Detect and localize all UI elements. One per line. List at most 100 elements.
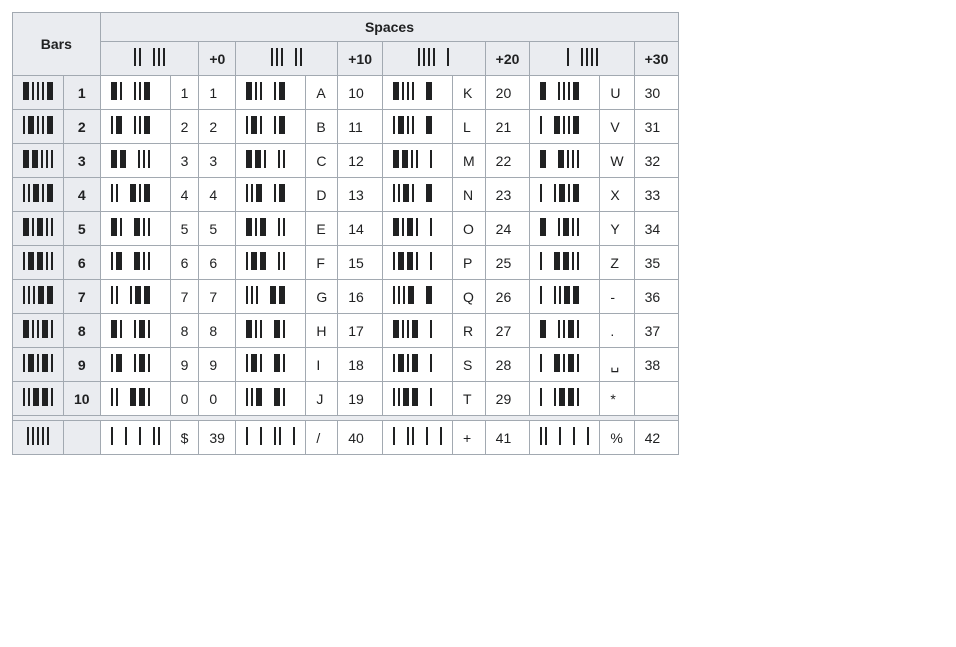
table-row: 888H17R27.37 <box>13 314 679 348</box>
row-number: 3 <box>64 144 101 178</box>
cell-char: . <box>600 314 634 348</box>
cell-pattern <box>530 314 600 348</box>
cell-value: 16 <box>338 280 383 314</box>
barcode-glyph <box>111 252 150 270</box>
barcode-glyph <box>271 48 302 66</box>
header-group-offset-3: +30 <box>634 42 679 76</box>
cell-char: T <box>452 382 485 416</box>
row-bars-pattern <box>13 110 64 144</box>
barcode-glyph <box>246 388 285 406</box>
barcode-glyph <box>111 116 150 134</box>
cell-char: / <box>306 421 338 455</box>
cell-value: 8 <box>199 314 236 348</box>
barcode-glyph <box>23 116 53 134</box>
cell-char: W <box>600 144 634 178</box>
barcode-glyph <box>540 427 589 445</box>
cell-char: + <box>452 421 485 455</box>
cell-value: 26 <box>485 280 530 314</box>
table-row: 999I18S28␣38 <box>13 348 679 382</box>
cell-pattern <box>530 144 600 178</box>
cell-char: J <box>306 382 338 416</box>
barcode-glyph <box>540 82 579 100</box>
barcode-glyph <box>23 320 53 338</box>
barcode-glyph <box>393 286 432 304</box>
barcode-glyph <box>23 218 53 236</box>
barcode-glyph <box>393 252 432 270</box>
barcode-glyph <box>23 150 53 168</box>
barcode-glyph <box>540 252 579 270</box>
cell-char: * <box>600 382 634 416</box>
cell-value: 38 <box>634 348 679 382</box>
cell-char: P <box>452 246 485 280</box>
row-number <box>64 421 101 455</box>
cell-pattern <box>530 76 600 110</box>
cell-pattern <box>236 178 306 212</box>
barcode-glyph <box>23 252 53 270</box>
table-row: 666F15P25Z35 <box>13 246 679 280</box>
table-header: BarsSpaces+0+10+20+30 <box>13 13 679 76</box>
cell-char: ␣ <box>600 348 634 382</box>
cell-value: 28 <box>485 348 530 382</box>
barcode-glyph <box>393 320 432 338</box>
row-bars-pattern <box>13 382 64 416</box>
cell-value: 32 <box>634 144 679 178</box>
cell-pattern <box>530 382 600 416</box>
cell-pattern <box>236 246 306 280</box>
barcode-glyph <box>567 48 598 66</box>
barcode-glyph <box>393 218 432 236</box>
cell-pattern <box>100 76 170 110</box>
cell-value: 41 <box>485 421 530 455</box>
cell-char: - <box>600 280 634 314</box>
cell-value: 24 <box>485 212 530 246</box>
barcode-glyph <box>111 82 150 100</box>
cell-char: S <box>452 348 485 382</box>
barcode-glyph <box>23 388 53 406</box>
row-number: 2 <box>64 110 101 144</box>
cell-value: 21 <box>485 110 530 144</box>
barcode-glyph <box>540 354 579 372</box>
cell-value: 31 <box>634 110 679 144</box>
cell-value: 39 <box>199 421 236 455</box>
barcode-glyph <box>111 320 150 338</box>
cell-pattern <box>100 348 170 382</box>
cell-char: G <box>306 280 338 314</box>
cell-value: 33 <box>634 178 679 212</box>
row-number: 7 <box>64 280 101 314</box>
barcode-glyph <box>393 184 432 202</box>
barcode-glyph <box>246 218 285 236</box>
cell-value: 36 <box>634 280 679 314</box>
cell-char: 7 <box>170 280 199 314</box>
cell-value: 22 <box>485 144 530 178</box>
cell-value: 20 <box>485 76 530 110</box>
barcode-glyph <box>246 427 295 445</box>
table-row: 1000J19T29* <box>13 382 679 416</box>
barcode-glyph <box>393 427 442 445</box>
cell-value: 19 <box>338 382 383 416</box>
barcode-glyph <box>27 427 49 445</box>
cell-char: $ <box>170 421 199 455</box>
barcode-glyph <box>246 116 285 134</box>
header-group-pattern-3 <box>530 42 634 76</box>
cell-value: 6 <box>199 246 236 280</box>
cell-char: O <box>452 212 485 246</box>
cell-char: 6 <box>170 246 199 280</box>
row-number: 1 <box>64 76 101 110</box>
cell-pattern <box>236 212 306 246</box>
header-group-offset-1: +10 <box>338 42 383 76</box>
cell-pattern <box>382 178 452 212</box>
cell-value: 7 <box>199 280 236 314</box>
table-row: 333C12M22W32 <box>13 144 679 178</box>
barcode-glyph <box>111 218 150 236</box>
row-bars-pattern <box>13 76 64 110</box>
barcode-glyph <box>540 320 579 338</box>
cell-char: F <box>306 246 338 280</box>
cell-value: 34 <box>634 212 679 246</box>
barcode-glyph <box>540 388 579 406</box>
cell-value: 30 <box>634 76 679 110</box>
cell-pattern <box>236 314 306 348</box>
cell-value: 18 <box>338 348 383 382</box>
cell-pattern <box>100 382 170 416</box>
table-row: 444D13N23X33 <box>13 178 679 212</box>
barcode-glyph <box>111 150 150 168</box>
barcode-glyph <box>246 320 285 338</box>
